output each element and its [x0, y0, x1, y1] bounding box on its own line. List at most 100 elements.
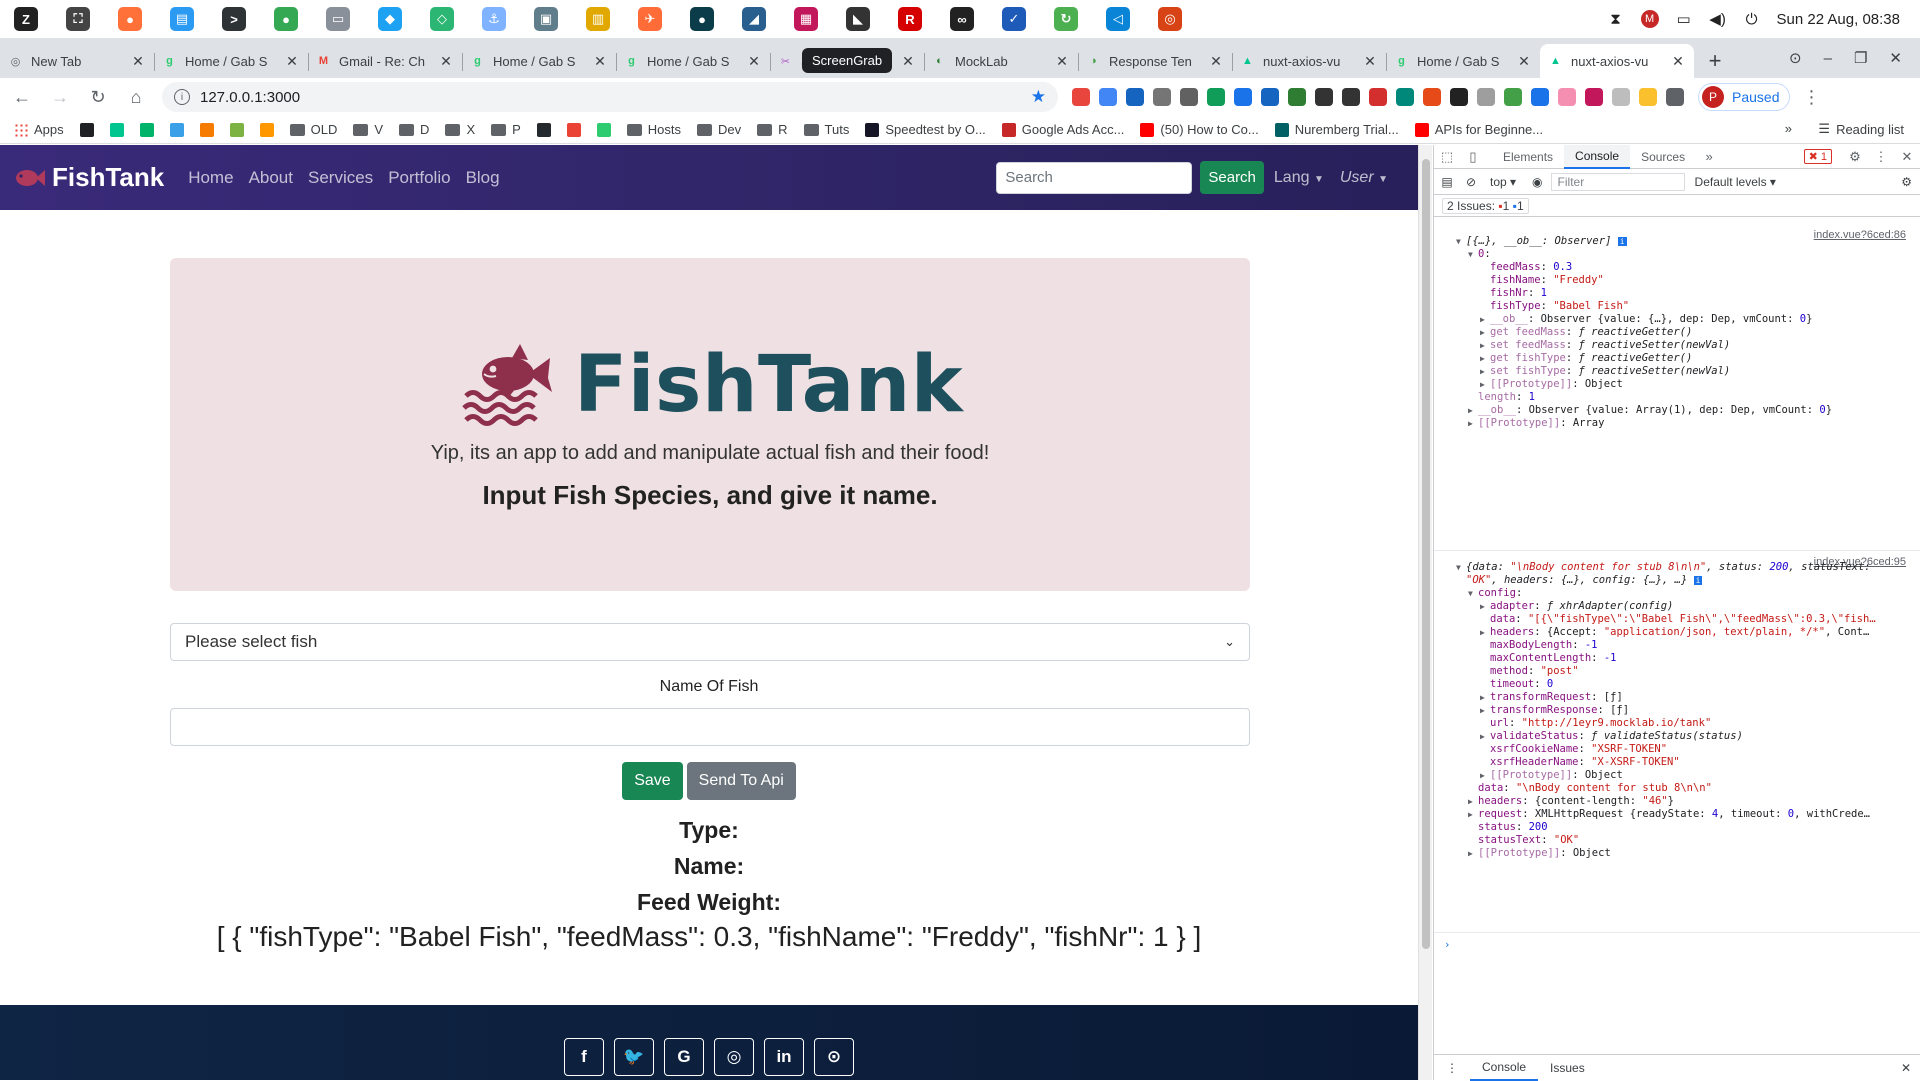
search-input[interactable]: Search [996, 161, 1193, 194]
close-devtools-icon[interactable]: ✕ [1894, 149, 1920, 165]
close-drawer-icon[interactable]: ✕ [1901, 1061, 1911, 1075]
tab-close-icon[interactable]: ✕ [438, 53, 454, 70]
expand-down-icon[interactable]: ▼ [1456, 563, 1466, 572]
expand-right-icon[interactable]: ▶ [1480, 693, 1490, 702]
vpn-icon[interactable]: ◇ [430, 7, 454, 31]
browser-menu-icon[interactable]: ⋮ [1802, 87, 1820, 108]
expand-down-icon[interactable]: ▼ [1468, 250, 1478, 259]
terminal-icon[interactable]: > [222, 7, 246, 31]
extension-icon[interactable] [1261, 88, 1279, 106]
bookmark-item[interactable] [169, 122, 190, 137]
bookmark-item[interactable]: P [491, 122, 521, 137]
bookmark-item[interactable] [536, 122, 557, 137]
more-tabs-icon[interactable]: » [1696, 149, 1722, 164]
extension-icon[interactable] [1072, 88, 1090, 106]
console-line[interactable]: ▶ [[Prototype]]: Object [1480, 769, 1623, 781]
bookmark-item[interactable] [139, 122, 160, 137]
log-source-link[interactable]: index.vue?6ced:86 [1814, 229, 1906, 241]
console-line[interactable]: ▶ get feedMass: ƒ reactiveGetter() [1480, 326, 1692, 338]
address-bar[interactable]: i 127.0.0.1:3000 ★ [162, 82, 1058, 112]
send-to-api-button[interactable]: Send To Api [686, 762, 796, 800]
close-window-button[interactable]: ✕ [1889, 49, 1902, 67]
volume-icon[interactable]: ◀) [1709, 10, 1727, 28]
tab-close-icon[interactable]: ✕ [1670, 53, 1686, 70]
facebook-icon[interactable]: f [564, 1038, 604, 1076]
expand-right-icon[interactable]: ▶ [1468, 810, 1478, 819]
clock[interactable]: Sun 22 Aug, 08:38 [1777, 11, 1900, 28]
bookmark-item[interactable]: D [399, 122, 429, 137]
bookmark-item[interactable]: V [353, 122, 383, 137]
screenshot-icon[interactable]: ⛶ [66, 7, 90, 31]
reload-button[interactable]: ↻ [82, 81, 114, 113]
tab-close-icon[interactable]: ✕ [1362, 53, 1378, 70]
scrollbar-thumb[interactable] [1422, 159, 1430, 949]
expand-right-icon[interactable]: ▶ [1468, 419, 1478, 428]
postman-icon[interactable]: ✈ [638, 7, 662, 31]
extension-icon[interactable] [1585, 88, 1603, 106]
tab-close-icon[interactable]: ✕ [130, 53, 146, 70]
mcafee-icon[interactable]: M [1640, 10, 1659, 28]
user-dropdown[interactable]: User ▼ [1340, 169, 1388, 187]
vscode-icon[interactable]: ◁ [1106, 7, 1130, 31]
log-levels-dropdown[interactable]: Default levels ▾ [1695, 175, 1776, 189]
search-button[interactable]: Search [1200, 161, 1264, 194]
error-count-badge[interactable]: ✖ 1 [1803, 149, 1832, 164]
extension-icon[interactable] [1531, 88, 1549, 106]
extension-icon[interactable] [1558, 88, 1576, 106]
zorin-menu-icon[interactable]: Z [14, 7, 38, 31]
expand-right-icon[interactable]: ▶ [1480, 367, 1490, 376]
display-icon[interactable]: ▭ [1675, 10, 1693, 28]
browser-tab[interactable]: ◎ New Tab ✕ [0, 44, 154, 78]
expand-down-icon[interactable]: ▼ [1468, 589, 1478, 598]
extension-icon[interactable] [1153, 88, 1171, 106]
power-icon[interactable]: ⏻ [1743, 10, 1761, 28]
inspect-element-icon[interactable]: ⬚ [1434, 149, 1460, 165]
notification-icon[interactable]: ⧗ [1607, 10, 1625, 28]
db-tool-icon[interactable]: ▦ [794, 7, 818, 31]
instagram-icon[interactable]: ◎ [714, 1038, 754, 1076]
mysql-icon[interactable]: ◢ [742, 7, 766, 31]
console-line[interactable]: ▶ adapter: ƒ xhrAdapter(config) [1480, 600, 1673, 612]
bookmark-item[interactable]: OLD [289, 122, 337, 137]
bookmark-item[interactable]: Dev [697, 122, 741, 137]
browser-tab[interactable]: g Home / Gab S ✕ [616, 44, 770, 78]
lang-dropdown[interactable]: Lang ▼ [1274, 169, 1324, 187]
expand-right-icon[interactable]: ▶ [1480, 602, 1490, 611]
profile-button[interactable]: P Paused [1698, 83, 1791, 111]
expand-right-icon[interactable]: ▶ [1480, 315, 1490, 324]
console-line[interactable]: ▶ headers: {Accept: "application/json, te… [1480, 626, 1869, 638]
fish-name-input[interactable] [170, 708, 1250, 746]
expand-right-icon[interactable]: ▶ [1480, 771, 1490, 780]
extension-icon[interactable] [1450, 88, 1468, 106]
store-icon[interactable]: ▤ [170, 7, 194, 31]
browser-tab[interactable]: M Gmail - Re: Ch ✕ [308, 44, 462, 78]
app-icon[interactable]: ▣ [534, 7, 558, 31]
drawer-tab-console[interactable]: Console [1470, 1055, 1539, 1081]
settings-gear-icon[interactable]: ⚙ [1842, 149, 1868, 165]
console-line[interactable]: ▶ __ob__: Observer {value: Array(1), dep:… [1468, 404, 1832, 416]
extension-icon[interactable] [1504, 88, 1522, 106]
linkedin-icon[interactable]: in [764, 1038, 804, 1076]
site-brand[interactable]: FishTank [14, 162, 164, 193]
bookmark-item[interactable]: Tuts [803, 122, 849, 137]
extension-icon[interactable] [1126, 88, 1144, 106]
expand-right-icon[interactable]: ▶ [1468, 797, 1478, 806]
bookmark-item[interactable] [79, 122, 100, 137]
refresh-app-icon[interactable]: ↻ [1054, 7, 1078, 31]
bookmark-item[interactable] [229, 122, 250, 137]
console-line[interactable]: ▶ transformResponse: [ƒ] [1480, 704, 1629, 716]
nav-link-home[interactable]: Home [188, 168, 233, 188]
expand-right-icon[interactable]: ▶ [1480, 732, 1490, 741]
bookmark-item[interactable]: R [757, 122, 788, 137]
console-line[interactable]: ▶ request: XMLHttpRequest {readyState: 4,… [1468, 808, 1870, 820]
bookmark-item[interactable] [596, 122, 617, 137]
bird-icon[interactable]: ◆ [378, 7, 402, 31]
tab-close-icon[interactable]: ✕ [1208, 53, 1224, 70]
extension-icon[interactable] [1369, 88, 1387, 106]
page-scrollbar[interactable] [1418, 145, 1432, 1080]
devtools-tab-elements[interactable]: Elements [1492, 145, 1564, 169]
drawer-tab-issues[interactable]: Issues [1538, 1055, 1597, 1081]
tasks-icon[interactable]: ✓ [1002, 7, 1026, 31]
github-icon[interactable]: ⊙ [814, 1038, 854, 1076]
console-line[interactable]: ▶ transformRequest: [ƒ] [1480, 691, 1623, 703]
